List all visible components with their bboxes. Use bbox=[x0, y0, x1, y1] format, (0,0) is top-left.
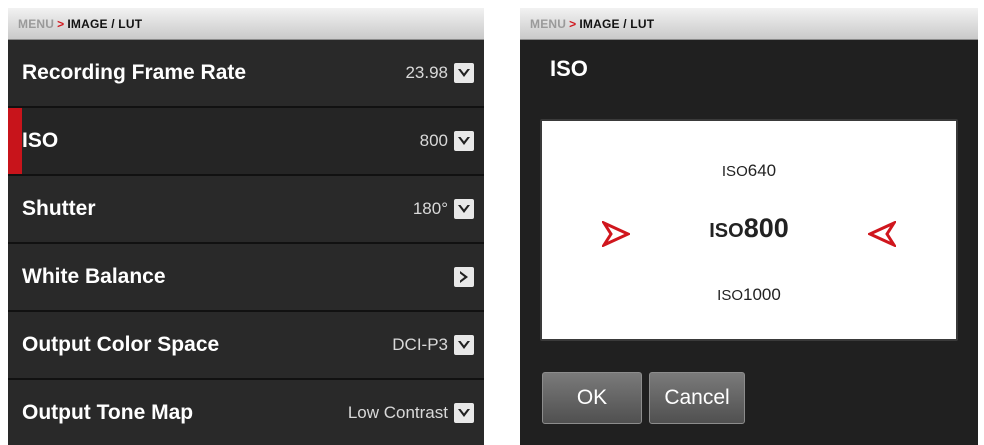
breadcrumb-current: IMAGE / LUT bbox=[67, 16, 143, 31]
increment-arrow-icon[interactable] bbox=[866, 219, 898, 252]
menu-item-label: White Balance bbox=[22, 265, 166, 288]
menu-item-output-color-space[interactable]: Output Color Space DCI-P3 bbox=[8, 312, 484, 380]
breadcrumb-menu[interactable]: MENU bbox=[530, 17, 566, 31]
menu-item-white-balance[interactable]: White Balance bbox=[8, 244, 484, 312]
menu-item-label: Shutter bbox=[22, 197, 96, 220]
chevron-down-icon[interactable] bbox=[454, 63, 474, 83]
iso-option-prefix: ISO bbox=[709, 220, 744, 242]
menu-item-value: 800 bbox=[419, 131, 448, 150]
iso-option-value: 640 bbox=[747, 161, 777, 180]
menu-item-label: Output Color Space bbox=[22, 333, 220, 356]
image-lut-menu-panel: MENU > IMAGE / LUT Recording Frame Rate … bbox=[8, 8, 484, 445]
menu-item-label: Output Tone Map bbox=[22, 401, 194, 424]
menu-list: Recording Frame Rate 23.98 ISO 800 Shutt… bbox=[8, 40, 484, 445]
menu-item-value: DCI-P3 bbox=[392, 335, 448, 354]
chevron-right-icon[interactable] bbox=[454, 267, 474, 287]
picker-title: ISO bbox=[550, 56, 588, 81]
menu-item-label: Recording Frame Rate bbox=[22, 61, 247, 84]
breadcrumb: MENU > IMAGE / LUT bbox=[520, 8, 978, 40]
breadcrumb-separator: > bbox=[57, 16, 65, 31]
menu-item-recording-frame-rate[interactable]: Recording Frame Rate 23.98 bbox=[8, 40, 484, 108]
menu-item-value: 23.98 bbox=[405, 63, 448, 82]
chevron-down-icon[interactable] bbox=[454, 199, 474, 219]
menu-item-value: Low Contrast bbox=[347, 403, 448, 422]
iso-option-next[interactable]: ISO1000 bbox=[542, 285, 956, 305]
breadcrumb: MENU > IMAGE / LUT bbox=[8, 8, 484, 40]
cancel-button[interactable]: Cancel bbox=[649, 372, 745, 424]
chevron-down-icon[interactable] bbox=[454, 335, 474, 355]
iso-option-prefix: ISO bbox=[717, 287, 743, 304]
ok-button[interactable]: OK bbox=[542, 372, 642, 424]
iso-picker-panel: MENU > IMAGE / LUT ISO ISO640 ISO800 ISO… bbox=[520, 8, 978, 445]
menu-item-value: 180° bbox=[412, 199, 448, 218]
iso-option-value: 1000 bbox=[743, 285, 781, 304]
chevron-down-icon[interactable] bbox=[454, 131, 474, 151]
iso-option-prefix: ISO bbox=[721, 163, 748, 180]
breadcrumb-current: IMAGE / LUT bbox=[579, 16, 655, 31]
breadcrumb-separator: > bbox=[569, 16, 577, 31]
iso-option-previous[interactable]: ISO640 bbox=[542, 161, 956, 181]
menu-item-iso[interactable]: ISO 800 bbox=[8, 108, 484, 176]
chevron-down-icon[interactable] bbox=[454, 403, 474, 423]
breadcrumb-menu[interactable]: MENU bbox=[18, 17, 54, 31]
menu-item-label: ISO bbox=[22, 129, 59, 152]
menu-item-shutter[interactable]: Shutter 180° bbox=[8, 176, 484, 244]
menu-item-output-tone-map[interactable]: Output Tone Map Low Contrast bbox=[8, 380, 484, 445]
iso-option-value: 800 bbox=[743, 213, 789, 243]
iso-value-picker[interactable]: ISO640 ISO800 ISO1000 bbox=[540, 119, 958, 341]
